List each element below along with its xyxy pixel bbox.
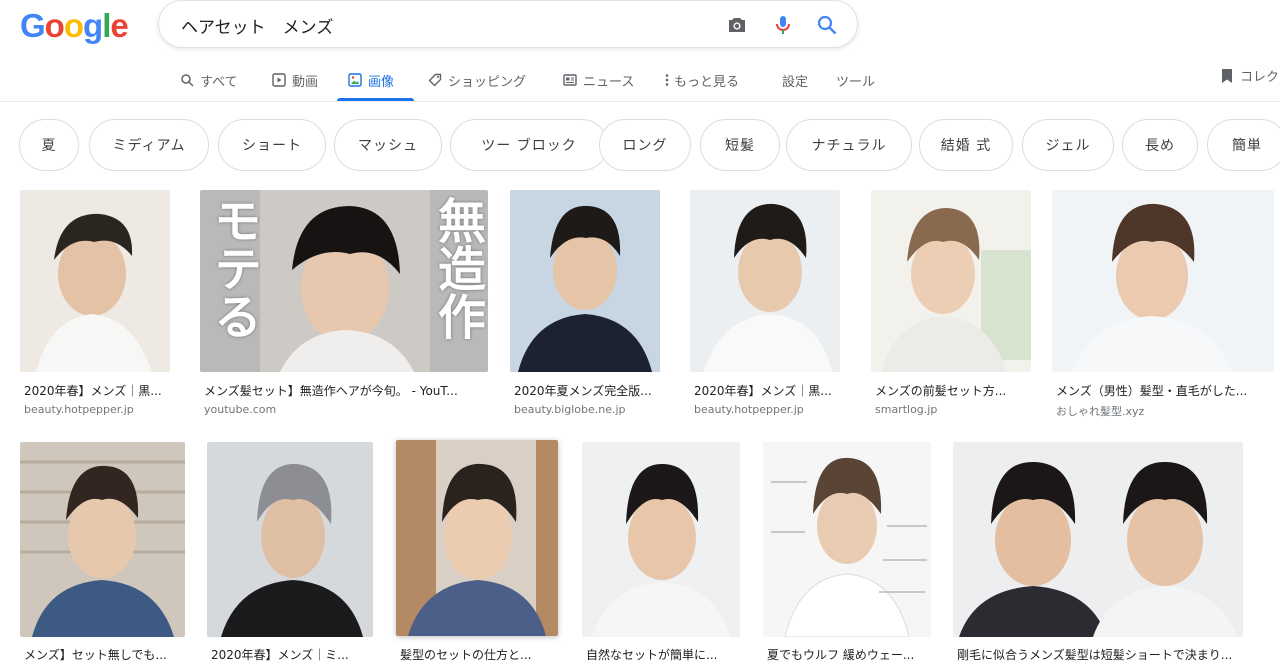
logo-letter: g bbox=[83, 7, 103, 44]
result-thumbnail[interactable] bbox=[582, 442, 740, 637]
chip[interactable]: 簡単 bbox=[1207, 119, 1280, 171]
result-thumbnail[interactable] bbox=[953, 442, 1243, 637]
search-input[interactable]: ヘアセット メンズ bbox=[181, 13, 333, 38]
result-thumbnail[interactable] bbox=[763, 442, 931, 637]
result-thumbnail[interactable] bbox=[20, 190, 170, 372]
result-title[interactable]: 2020年夏メンズ完全版... bbox=[514, 382, 664, 399]
video-icon bbox=[272, 73, 286, 87]
image-icon bbox=[348, 73, 362, 87]
filter-chips: 夏 ミディアム ショート マッシュ ツー ブロック ロング 短髪 ナチュラル 結… bbox=[19, 119, 1280, 171]
result-title[interactable]: メンズ髪セット】無造作ヘアが今旬。 - YouT... bbox=[204, 382, 492, 399]
camera-icon[interactable] bbox=[725, 13, 749, 37]
logo-letter: e bbox=[110, 7, 128, 44]
result-site: youtube.com bbox=[204, 403, 277, 416]
more-vert-icon bbox=[665, 74, 669, 86]
collections-link[interactable]: コレク bbox=[1220, 66, 1279, 85]
tab-label: すべて bbox=[200, 74, 238, 90]
image-result[interactable]: 髪型のセットの仕方と... bbox=[396, 440, 564, 670]
tab-label: 設定 bbox=[782, 74, 809, 90]
chip[interactable]: 夏 bbox=[19, 119, 79, 171]
chip[interactable]: ジェル bbox=[1022, 119, 1114, 171]
tab-videos[interactable]: 動画 bbox=[272, 66, 318, 94]
tab-label: ツール bbox=[836, 74, 876, 90]
thumbnail-overlay-text: モテる bbox=[205, 196, 261, 340]
chip[interactable]: ショート bbox=[218, 119, 326, 171]
thumbnail-overlay-text: 無造作 bbox=[429, 196, 485, 340]
image-result[interactable]: メンズ（男性）髪型・直毛がした... おしゃれ髪型.xyz bbox=[1052, 190, 1280, 420]
chip[interactable]: 短髪 bbox=[700, 119, 780, 171]
collections-label: コレク bbox=[1240, 70, 1280, 85]
search-icon[interactable] bbox=[815, 13, 839, 37]
tab-settings[interactable]: 設定 bbox=[782, 66, 808, 94]
search-box[interactable]: ヘアセット メンズ bbox=[158, 0, 858, 48]
tab-label: 画像 bbox=[368, 74, 395, 90]
image-result[interactable]: モテる 無造作 メンズ髪セット】無造作ヘアが今旬。 - YouT... yout… bbox=[200, 190, 492, 420]
result-site: おしゃれ髪型.xyz bbox=[1056, 405, 1145, 418]
result-title[interactable]: 剛毛に似合うメンズ髪型は短髪ショートで決まり... bbox=[957, 646, 1247, 663]
result-title[interactable]: メンズ（男性）髪型・直毛がした... bbox=[1056, 382, 1278, 399]
result-thumbnail[interactable] bbox=[207, 442, 373, 637]
result-title[interactable]: 自然なセットが簡単に... bbox=[586, 646, 744, 663]
tab-all[interactable]: すべて bbox=[180, 66, 238, 94]
active-tab-indicator bbox=[337, 98, 414, 101]
result-title[interactable]: 2020年春】メンズ｜黒... bbox=[24, 382, 174, 399]
result-title[interactable]: 髪型のセットの仕方と... bbox=[400, 646, 562, 663]
result-title[interactable]: 2020年春】メンズ｜ミ... bbox=[211, 646, 377, 663]
result-site: beauty.biglobe.ne.jp bbox=[514, 403, 626, 416]
tab-label: ショッピング bbox=[448, 74, 527, 90]
tab-label: ニュース bbox=[583, 74, 635, 90]
image-result[interactable]: 2020年春】メンズ｜ミ... bbox=[207, 442, 377, 670]
result-title[interactable]: メンズの前髪セット方... bbox=[875, 382, 1035, 399]
image-result[interactable]: 夏でもウルフ 緩めウェー... bbox=[763, 442, 935, 670]
logo-letter: o bbox=[44, 7, 65, 44]
bookmark-icon bbox=[1222, 68, 1232, 83]
image-result[interactable]: メンズ】セット無しでも... bbox=[20, 442, 190, 670]
chip[interactable]: ミディアム bbox=[89, 119, 209, 171]
google-logo[interactable]: Google bbox=[20, 7, 129, 45]
result-site: smartlog.jp bbox=[875, 403, 938, 416]
result-thumbnail[interactable] bbox=[1052, 190, 1274, 372]
image-result[interactable]: 2020年春】メンズ｜黒... beauty.hotpepper.jp bbox=[690, 190, 850, 420]
result-title[interactable]: メンズ】セット無しでも... bbox=[24, 646, 189, 663]
chip[interactable]: ナチュラル bbox=[786, 119, 912, 171]
news-icon bbox=[563, 74, 577, 86]
result-thumbnail[interactable] bbox=[396, 440, 558, 636]
logo-letter: G bbox=[20, 7, 46, 44]
image-result[interactable]: 自然なセットが簡単に... bbox=[582, 442, 747, 670]
result-thumbnail[interactable] bbox=[871, 190, 1031, 372]
tab-news[interactable]: ニュース bbox=[563, 66, 634, 94]
tab-more[interactable]: もっと見る bbox=[664, 66, 739, 94]
image-result[interactable]: 剛毛に似合うメンズ髪型は短髪ショートで決まり... bbox=[953, 442, 1249, 670]
search-icon bbox=[181, 74, 194, 87]
tab-tools[interactable]: ツール bbox=[836, 66, 875, 94]
image-result[interactable]: 2020年春】メンズ｜黒... beauty.hotpepper.jp bbox=[20, 190, 180, 420]
result-thumbnail[interactable] bbox=[20, 442, 185, 637]
image-result[interactable]: 2020年夏メンズ完全版... beauty.biglobe.ne.jp bbox=[510, 190, 665, 420]
result-site: beauty.hotpepper.jp bbox=[694, 403, 804, 416]
tab-images[interactable]: 画像 bbox=[348, 66, 394, 94]
result-title[interactable]: 2020年春】メンズ｜黒... bbox=[694, 382, 844, 399]
search-tabs: すべて 動画 画像 ショッピング ニュース もっと見る 設定 ツール bbox=[0, 60, 1280, 102]
image-result[interactable]: メンズの前髪セット方... smartlog.jp bbox=[871, 190, 1036, 420]
result-site: beauty.hotpepper.jp bbox=[24, 403, 134, 416]
microphone-icon[interactable] bbox=[771, 13, 795, 37]
chip[interactable]: ロング bbox=[599, 119, 691, 171]
tab-label: 動画 bbox=[292, 74, 319, 90]
chip[interactable]: 長め bbox=[1122, 119, 1198, 171]
logo-letter: o bbox=[63, 7, 84, 44]
chip[interactable]: ツー ブロック bbox=[450, 119, 608, 171]
result-thumbnail[interactable] bbox=[690, 190, 840, 372]
chip[interactable]: マッシュ bbox=[334, 119, 442, 171]
chip[interactable]: 結婚 式 bbox=[919, 119, 1013, 171]
tab-label: もっと見る bbox=[674, 74, 740, 90]
tab-shopping[interactable]: ショッピング bbox=[428, 66, 526, 94]
result-title[interactable]: 夏でもウルフ 緩めウェー... bbox=[767, 646, 935, 663]
result-thumbnail[interactable] bbox=[510, 190, 660, 372]
tag-icon bbox=[428, 73, 442, 87]
